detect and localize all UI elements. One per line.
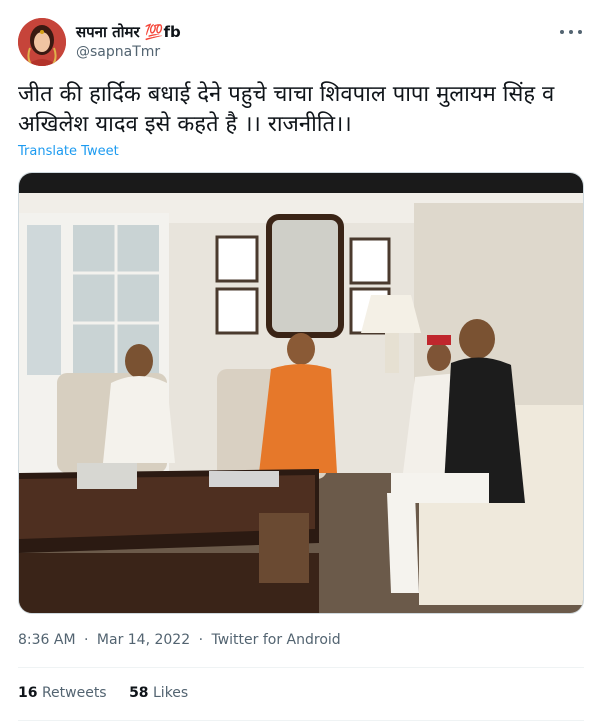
tweet-card: सपना तोमर 💯fb @sapnaTmr जीत की हार्दिक ब… [0, 0, 600, 727]
tweet-time[interactable]: 8:36 AM [18, 632, 76, 648]
tweet-photo[interactable] [18, 172, 584, 614]
retweets-stat[interactable]: 16 Retweets [18, 685, 111, 701]
tweet-meta: 8:36 AM · Mar 14, 2022 · Twitter for And… [18, 632, 341, 648]
meta-separator: · [84, 632, 89, 648]
retweets-count: 16 [18, 685, 38, 701]
tweet-stats: 16 Retweets 58 Likes [18, 685, 206, 701]
translate-tweet-link[interactable]: Translate Tweet [18, 144, 119, 159]
avatar[interactable] [18, 18, 66, 66]
tweet-text: जीत की हार्दिक बधाई देने पहुचे चाचा शिवप… [18, 82, 555, 137]
more-horizontal-icon[interactable] [560, 24, 582, 40]
display-name[interactable]: सपना तोमर 💯fb [76, 22, 181, 42]
meta-separator: · [198, 632, 204, 648]
divider [18, 667, 584, 668]
tweet-source[interactable]: Twitter for Android [211, 632, 340, 648]
divider [18, 720, 584, 721]
avatar-image [18, 18, 66, 66]
tweet-date[interactable]: Mar 14, 2022 [97, 632, 190, 648]
likes-count: 58 [129, 685, 149, 701]
likes-stat[interactable]: 58 Likes [129, 685, 188, 701]
photo-image [19, 173, 583, 613]
retweets-label: Retweets [41, 685, 107, 701]
likes-label: Likes [153, 685, 189, 701]
user-handle[interactable]: @sapnaTmr [76, 44, 160, 60]
